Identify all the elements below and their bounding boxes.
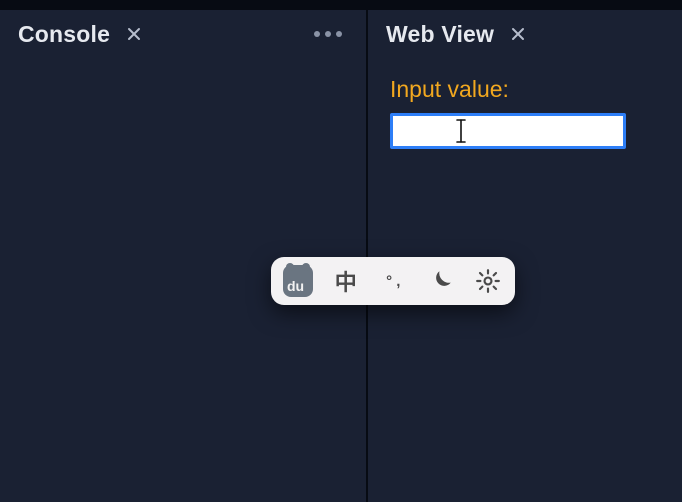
panel-split: Console Web View	[0, 0, 682, 502]
ime-du-label: du	[287, 278, 304, 294]
console-tab-bar: Console	[0, 10, 366, 58]
input-wrap	[390, 113, 626, 149]
console-panel: Console	[0, 8, 368, 502]
webview-tab-title[interactable]: Web View	[386, 21, 494, 48]
ime-language-zh-icon[interactable]: 中	[331, 266, 361, 296]
ime-toolbar[interactable]: du 中 ° ,	[271, 257, 515, 305]
input-label: Input value:	[390, 76, 660, 103]
ime-punctuation-icon[interactable]: ° ,	[379, 266, 409, 296]
ime-du-badge-icon[interactable]: du	[283, 266, 313, 296]
console-tab-title[interactable]: Console	[18, 21, 110, 48]
webview-close-icon[interactable]	[508, 24, 528, 44]
more-options-icon[interactable]	[314, 31, 348, 37]
ime-settings-gear-icon[interactable]	[474, 266, 504, 296]
console-close-icon[interactable]	[124, 24, 144, 44]
webview-tab-bar: Web View	[368, 10, 682, 58]
webview-panel: Web View Input value:	[368, 8, 682, 502]
app-root: Console Web View	[0, 0, 682, 502]
ime-dark-mode-icon[interactable]	[426, 266, 456, 296]
value-input[interactable]	[390, 113, 626, 149]
